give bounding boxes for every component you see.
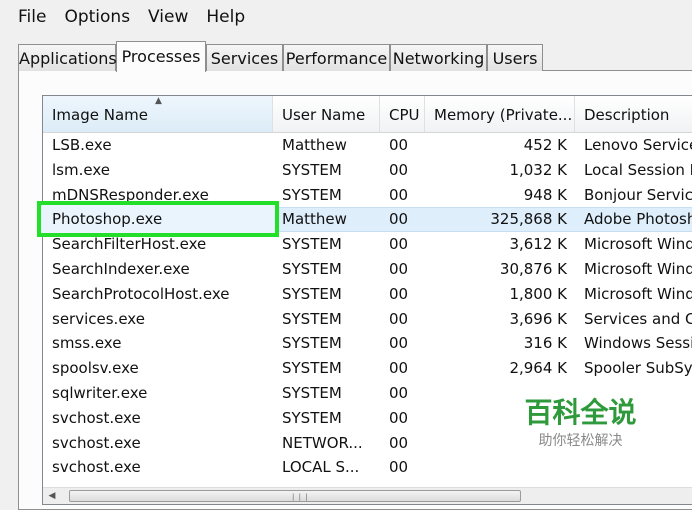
tab-applications[interactable]: Applications (18, 44, 117, 71)
cell-cpu: 00 (389, 235, 409, 254)
column-header-cpu[interactable]: CPU (380, 96, 425, 132)
tab-performance[interactable]: Performance (283, 44, 390, 71)
cell-image-name: sqlwriter.exe (52, 384, 148, 402)
cell-description: Microsoft Windo (584, 235, 692, 254)
cell-cpu: 00 (389, 309, 409, 328)
cell-description: Microsoft Windo (584, 284, 692, 303)
column-header-row: Image Name ▲ User Name CPU Memory (Priva… (43, 96, 692, 133)
tab-networking[interactable]: Networking (390, 44, 487, 71)
cell-user-name: SYSTEM (282, 334, 342, 353)
cell-image-name: spoolsv.exe (52, 359, 139, 378)
table-row[interactable]: lsm.exe SYSTEM 00 1,032 K Local Session M (43, 158, 692, 183)
watermark-title: 百科全说 (524, 396, 637, 429)
photoshop-highlight[interactable]: Photoshop.exe (37, 201, 279, 237)
cell-description: Lenovo Service (584, 136, 692, 154)
sort-ascending-icon: ▲ (155, 96, 162, 106)
cell-description: Adobe Photosh (584, 210, 692, 229)
menu-view[interactable]: View (139, 0, 197, 34)
column-header-description[interactable]: Description (575, 96, 692, 132)
cell-user-name: SYSTEM (282, 359, 342, 378)
table-row[interactable]: SearchIndexer.exe SYSTEM 00 30,876 K Microso… (43, 257, 692, 282)
cell-user-name: SYSTEM (282, 309, 342, 328)
cell-memory: 316 K (523, 334, 567, 353)
cell-description: Microsoft Windo (584, 260, 692, 278)
cell-memory: 2,964 K (509, 359, 567, 378)
cell-user-name: SYSTEM (282, 408, 342, 427)
grip-icon: | | | (292, 493, 309, 501)
column-header-memory[interactable]: Memory (Private... (425, 96, 575, 132)
cell-cpu: 00 (389, 334, 409, 353)
cell-image-name: svchost.exe (52, 458, 141, 477)
cell-user-name: SYSTEM (282, 185, 342, 204)
column-header-user-name[interactable]: User Name (273, 96, 380, 132)
cell-memory: 30,876 K (499, 260, 567, 278)
cell-user-name: Matthew (282, 210, 347, 229)
table-row[interactable]: smss.exe SYSTEM 00 316 K Windows Sessio (43, 331, 692, 356)
column-header-label: Image Name (52, 106, 148, 124)
cell-description: Local Session M (584, 160, 692, 179)
cell-cpu: 00 (389, 408, 409, 427)
cell-cpu: 00 (389, 260, 409, 278)
cell-user-name: SYSTEM (282, 284, 342, 303)
cell-cpu: 00 (389, 160, 409, 179)
menu-file[interactable]: File (0, 0, 55, 34)
cell-image-name: smss.exe (52, 334, 122, 353)
cell-user-name: LOCAL S... (282, 458, 360, 477)
cell-description: Spooler SubSys (584, 359, 692, 378)
cell-description: Services and Co (584, 309, 692, 328)
cell-memory: 3,696 K (509, 309, 567, 328)
scrollbar-thumb[interactable]: | | | (69, 490, 521, 502)
cell-user-name: SYSTEM (282, 260, 342, 278)
cell-memory: 1,800 K (509, 284, 567, 303)
table-row[interactable]: services.exe SYSTEM 00 3,696 K Services and … (43, 307, 692, 332)
cell-cpu: 00 (389, 458, 409, 477)
menu-help[interactable]: Help (197, 0, 254, 34)
watermark-subtitle: 助你轻松解决 (538, 433, 623, 449)
tab-processes[interactable]: Processes (116, 41, 206, 72)
menu-bar: File Options View Help (0, 0, 692, 34)
cell-user-name: SYSTEM (282, 160, 342, 179)
menu-options[interactable]: Options (55, 0, 139, 34)
cell-image-name: SearchProtocolHost.exe (52, 284, 230, 303)
cell-image-name: svchost.exe (52, 433, 141, 452)
tab-users[interactable]: Users (487, 44, 543, 71)
table-row[interactable]: spoolsv.exe SYSTEM 00 2,964 K Spooler SubSys (43, 356, 692, 381)
cell-memory: 948 K (523, 185, 567, 204)
table-row[interactable]: SearchProtocolHost.exe SYSTEM 00 1,800 K Mic… (43, 282, 692, 307)
cell-description: Bonjour Service (584, 185, 692, 204)
cell-cpu: 00 (389, 185, 409, 204)
cell-cpu: 00 (389, 284, 409, 303)
tab-bar: Applications Processes Services Performa… (18, 41, 692, 72)
cell-cpu: 00 (389, 136, 409, 154)
cell-memory: 1,032 K (509, 160, 567, 179)
scroll-left-icon[interactable]: ◀ (45, 490, 59, 502)
cell-cpu: 00 (389, 384, 409, 402)
cell-cpu: 00 (389, 359, 409, 378)
cell-image-name: lsm.exe (52, 160, 110, 179)
highlighted-process-name: Photoshop.exe (52, 210, 163, 228)
cell-memory: 3,612 K (509, 235, 567, 254)
cell-cpu: 00 (389, 210, 409, 229)
cell-user-name: SYSTEM (282, 235, 342, 254)
cell-user-name: Matthew (282, 136, 347, 154)
cell-user-name: SYSTEM (282, 384, 342, 402)
cell-image-name: services.exe (52, 309, 145, 328)
cell-user-name: NETWOR... (282, 433, 363, 452)
cell-cpu: 00 (389, 433, 409, 452)
watermark-logo: 百科全说 助你轻松解决 (494, 386, 667, 470)
cell-image-name: LSB.exe (52, 136, 112, 154)
cell-image-name: SearchIndexer.exe (52, 260, 190, 278)
cell-description: Windows Sessio (584, 334, 692, 353)
table-row[interactable]: LSB.exe Matthew 00 452 K Lenovo Service (43, 133, 692, 158)
cell-image-name: svchost.exe (52, 408, 141, 427)
column-header-image-name[interactable]: Image Name ▲ (43, 96, 273, 132)
tab-services[interactable]: Services (206, 44, 283, 71)
cell-memory: 325,868 K (490, 210, 567, 229)
cell-memory: 452 K (523, 136, 567, 154)
